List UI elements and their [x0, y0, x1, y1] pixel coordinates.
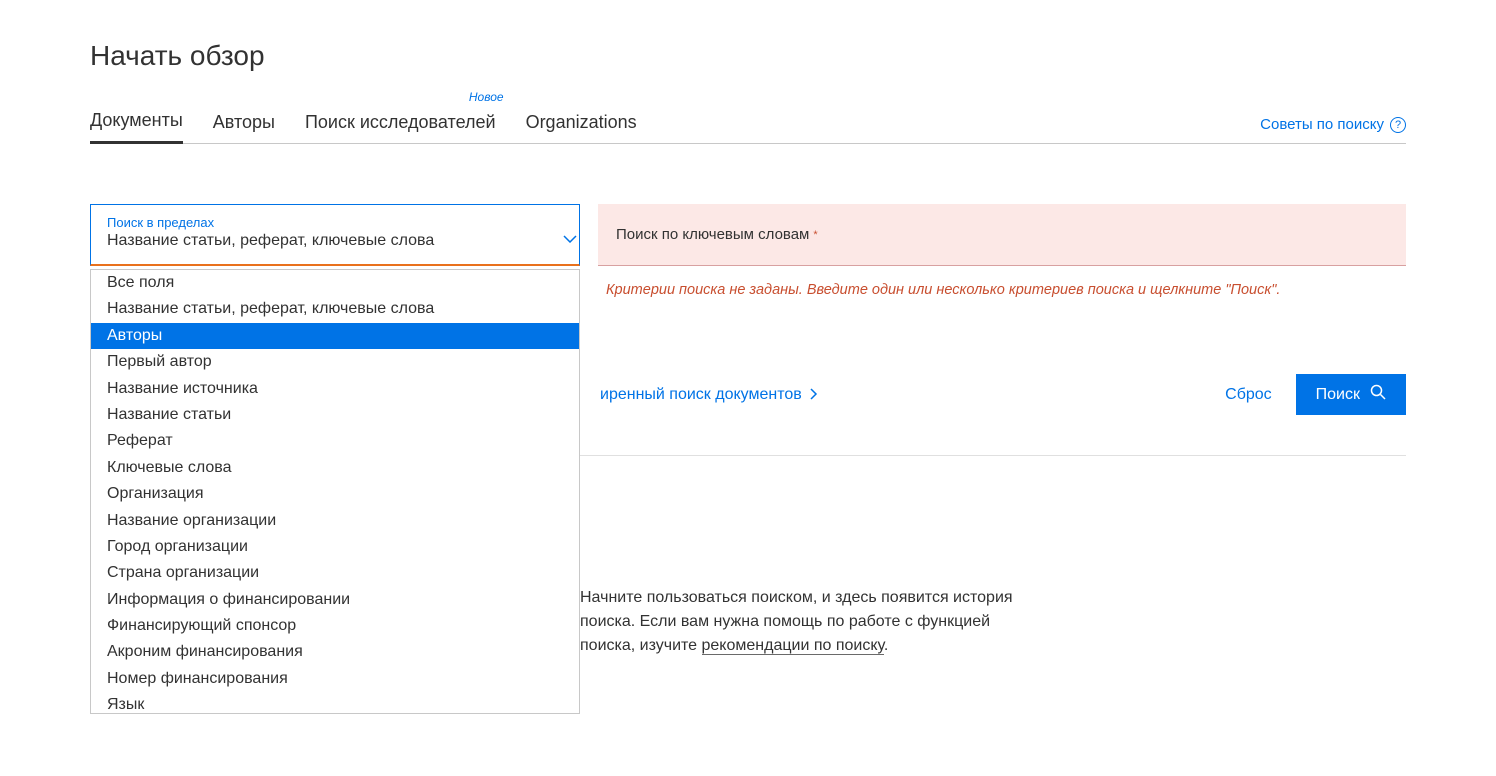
search-tips-label: Советы по поиску	[1260, 116, 1384, 133]
search-button[interactable]: Поиск	[1296, 374, 1406, 415]
search-within-label: Поиск в пределах	[107, 215, 563, 230]
tab-organizations[interactable]: Organizations	[526, 102, 637, 143]
search-area: Поиск в пределах Название статьи, рефера…	[90, 204, 1406, 266]
dropdown-option[interactable]: Информация о финансировании	[91, 587, 579, 613]
tab-documents[interactable]: Документы	[90, 100, 183, 144]
history-hint: Начните пользоваться поиском, и здесь по…	[580, 586, 1020, 658]
dropdown-option[interactable]: Финансирующий спонсор	[91, 613, 579, 639]
dropdown-option[interactable]: Название статьи, реферат, ключевые слова	[91, 296, 579, 322]
dropdown-option[interactable]: Язык	[91, 692, 579, 714]
search-button-label: Поиск	[1316, 386, 1360, 404]
search-within-value: Название статьи, реферат, ключевые слова	[107, 232, 563, 250]
dropdown-option[interactable]: Организация	[91, 481, 579, 507]
dropdown-option[interactable]: Город организации	[91, 534, 579, 560]
dropdown-option[interactable]: Все поля	[91, 270, 579, 296]
dropdown-option[interactable]: Название источника	[91, 376, 579, 402]
chevron-right-icon	[810, 387, 818, 403]
dropdown-option[interactable]: Страна организации	[91, 560, 579, 586]
dropdown-option[interactable]: Название организации	[91, 508, 579, 534]
reset-button[interactable]: Сброс	[1225, 386, 1272, 404]
dropdown-option[interactable]: Номер финансирования	[91, 666, 579, 692]
dropdown-option[interactable]: Авторы	[91, 323, 579, 349]
dropdown-option[interactable]: Первый автор	[91, 349, 579, 375]
search-recommendations-link[interactable]: рекомендации по поиску	[702, 637, 884, 655]
search-icon	[1370, 384, 1386, 405]
new-badge: Новое	[469, 90, 504, 104]
dropdown-option[interactable]: Ключевые слова	[91, 455, 579, 481]
tab-authors[interactable]: Авторы	[213, 102, 275, 143]
page-title: Начать обзор	[90, 40, 1406, 72]
search-within-select[interactable]: Поиск в пределах Название статьи, рефера…	[90, 204, 580, 266]
history-hint-after: .	[884, 637, 888, 654]
advanced-search-label: иренный поиск документов	[600, 386, 802, 404]
tab-researchers[interactable]: Поиск исследователей Новое	[305, 102, 496, 143]
help-icon: ?	[1390, 117, 1406, 133]
tab-label: Organizations	[526, 112, 637, 132]
search-within-dropdown[interactable]: Все поля Название статьи, реферат, ключе…	[90, 269, 580, 714]
keywords-placeholder: Поиск по ключевым словам	[616, 226, 809, 243]
keywords-input[interactable]: Поиск по ключевым словам *	[598, 204, 1406, 266]
error-message: Критерии поиска не заданы. Введите один …	[606, 282, 1280, 298]
tabs-bar: Документы Авторы Поиск исследователей Но…	[90, 100, 1406, 144]
tab-label: Поиск исследователей	[305, 112, 496, 132]
dropdown-option[interactable]: Название статьи	[91, 402, 579, 428]
search-tips-link[interactable]: Советы по поиску ?	[1260, 116, 1406, 143]
tab-label: Авторы	[213, 112, 275, 132]
required-mark: *	[813, 229, 817, 241]
advanced-search-link[interactable]: иренный поиск документов	[600, 386, 818, 404]
dropdown-option[interactable]: Реферат	[91, 428, 579, 454]
tab-label: Документы	[90, 110, 183, 130]
dropdown-option[interactable]: Акроним финансирования	[91, 639, 579, 665]
